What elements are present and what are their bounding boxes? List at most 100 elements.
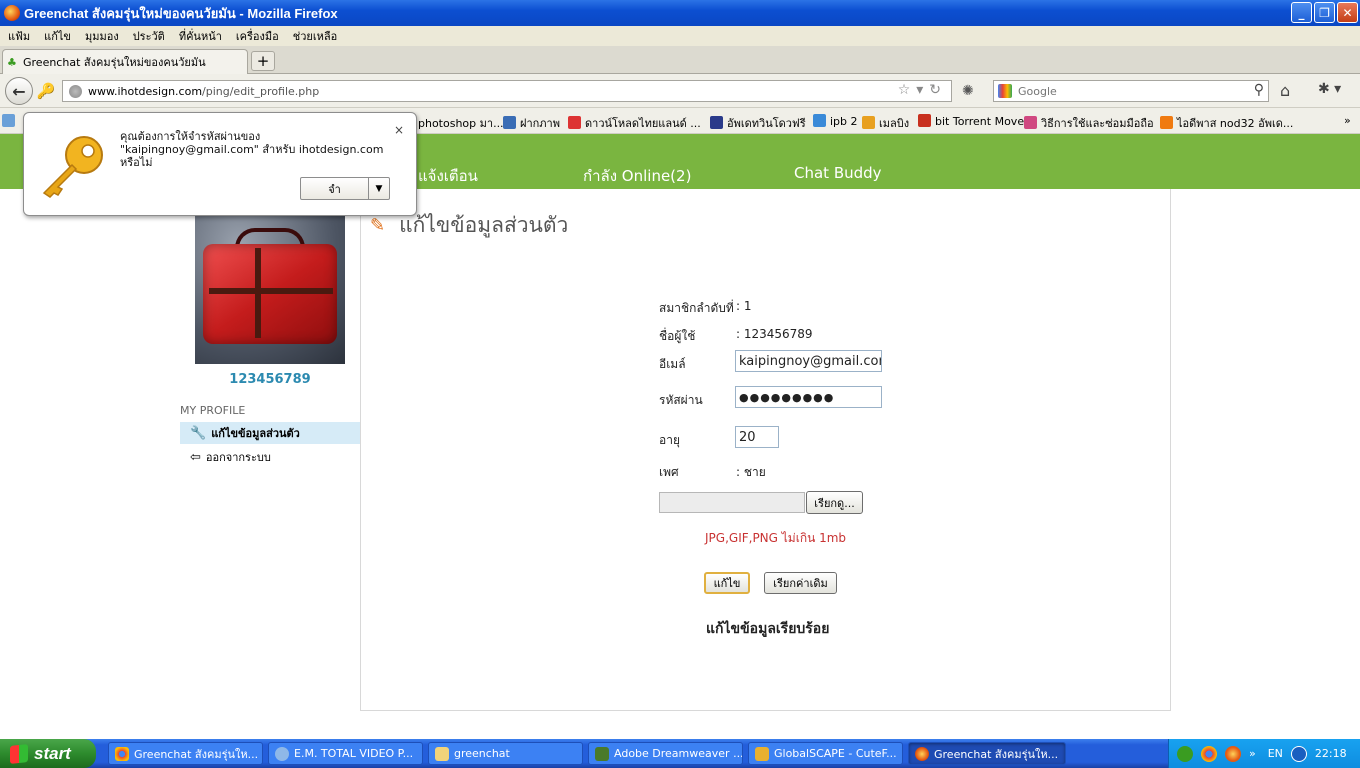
sidebar-item-edit-profile[interactable]: 🔧 แก้ไขข้อมูลส่วนตัว	[180, 422, 360, 444]
menu-history[interactable]: ประวัติ	[133, 27, 165, 45]
bookmark-photoshop[interactable]: photoshop มา...	[418, 114, 504, 132]
task-video-converter[interactable]: E.M. TOTAL VIDEO P...	[268, 742, 423, 765]
password-key-icon[interactable]: 🔑	[35, 80, 57, 102]
windows-taskbar: start Greenchat สังคมรุ่นให... E.M. TOTA…	[0, 739, 1360, 768]
nav-chat-buddy[interactable]: Chat Buddy	[794, 164, 882, 182]
window-title: Greenchat สังคมรุ่นใหม่ของคนวัยมัน - Moz…	[24, 5, 338, 21]
dreamweaver-icon	[595, 746, 609, 761]
site-identity-icon[interactable]	[69, 84, 82, 98]
page-body: 123456789 MY PROFILE 🔧 แก้ไขข้อมูลส่วนตั…	[0, 189, 1360, 739]
tab-label: Greenchat สังคมรุ่นใหม่ของคนวัยมัน	[23, 56, 206, 69]
menu-bar: แฟ้ม แก้ไข มุมมอง ประวัติ ที่คั่นหน้า เค…	[0, 26, 1360, 46]
bookmarks-overflow-button[interactable]: »	[1344, 114, 1351, 127]
window-controls: _ ❐ ✕	[1291, 2, 1358, 23]
language-indicator[interactable]: EN	[1268, 747, 1283, 760]
search-engine-icon[interactable]	[998, 84, 1012, 98]
sidebar-item-logout[interactable]: ⇦ ออกจากระบบ	[180, 446, 360, 468]
remember-button[interactable]: จำ	[301, 178, 369, 199]
new-tab-button[interactable]: +	[251, 51, 275, 71]
navigation-toolbar: ← 🔑 www.ihotdesign.com/ping/edit_profile…	[0, 74, 1360, 108]
remember-password-popup: คุณต้องการให้จำรหัสผ่านของ "kaipingnoy@g…	[23, 112, 417, 216]
back-button[interactable]: ←	[5, 77, 33, 105]
gender-label: เพศ	[659, 465, 679, 479]
chrome-tray-icon[interactable]	[1201, 745, 1217, 762]
video-icon	[275, 746, 289, 761]
remember-password-dropdown[interactable]: จำ ▼	[300, 177, 390, 200]
menu-help[interactable]: ช่วยเหลือ	[293, 27, 337, 45]
search-icon[interactable]: ⚲	[1254, 82, 1264, 98]
age-field[interactable]	[735, 426, 779, 448]
bookmark-mobile-repair[interactable]: วิธีการใช้และซ่อมมือถือ	[1024, 114, 1154, 132]
menu-file[interactable]: แฟ้ม	[8, 27, 30, 45]
task-dreamweaver[interactable]: Adobe Dreamweaver ...	[588, 742, 743, 765]
bookmark-windows-update[interactable]: อัพเดทวินโดวฟรี	[710, 114, 806, 132]
task-chrome-greenchat[interactable]: Greenchat สังคมรุ่นให...	[108, 742, 263, 765]
address-bar-actions[interactable]: ☆▾↻	[898, 82, 947, 98]
submit-button[interactable]: แก้ไข	[704, 572, 750, 594]
avatar	[195, 214, 345, 364]
task-firefox-greenchat[interactable]: Greenchat สังคมรุ่นให...	[908, 742, 1066, 765]
search-input[interactable]	[1018, 84, 1238, 98]
start-button[interactable]: start	[0, 739, 96, 768]
reset-button[interactable]: เรียกค่าเดิม	[764, 572, 837, 594]
email-label: อีเมล์	[659, 357, 686, 371]
toolbar-menu-icon[interactable]: ✱ ▾	[1318, 81, 1341, 97]
popup-close-icon[interactable]: ×	[394, 123, 404, 137]
chevron-down-icon[interactable]: ▼	[369, 178, 389, 199]
firefox-tray-icon[interactable]	[1225, 745, 1241, 762]
bookmark-nod32[interactable]: ไอดีพาส nod32 อัพเด...	[1160, 114, 1293, 132]
nav-online[interactable]: กำลัง Online(2)	[583, 164, 691, 188]
bookmark-ipb2[interactable]: ipb 2	[813, 114, 858, 128]
chrome-icon	[115, 746, 129, 761]
addon-icon[interactable]: ✺	[962, 83, 974, 99]
minimize-button[interactable]: _	[1291, 2, 1312, 23]
close-window-button[interactable]: ✕	[1337, 2, 1358, 23]
bookmark-download-thailand[interactable]: ดาวน์โหลดไทยแลนด์ ...	[568, 114, 701, 132]
bookmark-mailbing[interactable]: เมลบิง	[862, 114, 909, 132]
menu-tools[interactable]: เครื่องมือ	[236, 27, 279, 45]
sidebar-item-label: แก้ไขข้อมูลส่วนตัว	[211, 427, 300, 440]
firefox-icon	[915, 746, 929, 761]
utorrent-icon[interactable]	[1177, 745, 1193, 762]
language-bar-icon[interactable]	[1290, 745, 1307, 762]
address-bar[interactable]: www.ihotdesign.com/ping/edit_profile.php…	[62, 80, 952, 102]
browse-button[interactable]: เรียกดู...	[806, 491, 863, 514]
task-folder-greenchat[interactable]: greenchat	[428, 742, 583, 765]
sidebar-section-title: MY PROFILE	[180, 404, 246, 417]
file-input[interactable]	[659, 492, 805, 513]
folder-icon	[435, 746, 449, 761]
url-text: www.ihotdesign.com/ping/edit_profile.php	[88, 84, 320, 98]
file-hint: JPG,GIF,PNG ไม่เกิน 1mb	[705, 531, 847, 545]
menu-view[interactable]: มุมมอง	[85, 27, 119, 45]
maximize-button[interactable]: ❐	[1314, 2, 1335, 23]
password-field[interactable]	[735, 386, 882, 408]
profile-username[interactable]: 123456789	[195, 372, 345, 387]
tray-overflow-button[interactable]: »	[1249, 747, 1256, 760]
username-value: : 123456789	[736, 327, 813, 341]
system-tray: » EN 22:18	[1168, 739, 1360, 768]
popup-message: คุณต้องการให้จำรหัสผ่านของ "kaipingnoy@g…	[120, 130, 384, 169]
menu-bookmarks[interactable]: ที่คั่นหน้า	[179, 27, 222, 45]
clock: 22:18	[1314, 747, 1347, 760]
sidebar-item-label: ออกจากระบบ	[205, 451, 271, 464]
home-icon[interactable]: ⌂	[1280, 81, 1290, 100]
menu-edit[interactable]: แก้ไข	[44, 27, 71, 45]
bookmark-bittorrent[interactable]: bit Torrent Move	[918, 114, 1024, 128]
member-value: : 1	[736, 299, 752, 313]
bookmark-upload-image[interactable]: ฝากภาพ	[503, 114, 560, 132]
task-cuteftp[interactable]: GlobalSCAPE - CuteF...	[748, 742, 903, 765]
nav-notifications[interactable]: แจ้งเตือน	[418, 164, 478, 188]
logout-icon: ⇦	[190, 449, 201, 465]
search-bar[interactable]: ⚲	[993, 80, 1269, 102]
email-field[interactable]	[735, 350, 882, 372]
pencil-icon: ✎	[370, 215, 386, 236]
greenchat-favicon-icon: ♣	[7, 56, 17, 69]
tab-greenchat[interactable]: ♣ Greenchat สังคมรุ่นใหม่ของคนวัยมัน	[2, 49, 248, 74]
age-label: อายุ	[659, 433, 680, 447]
ftp-icon	[755, 746, 769, 761]
windows-logo-icon	[10, 743, 28, 764]
firefox-icon	[4, 5, 20, 21]
wrench-icon: 🔧	[190, 425, 207, 441]
member-label: สมาชิกลำดับที่	[659, 301, 734, 315]
bookmark-icon[interactable]	[2, 114, 19, 128]
